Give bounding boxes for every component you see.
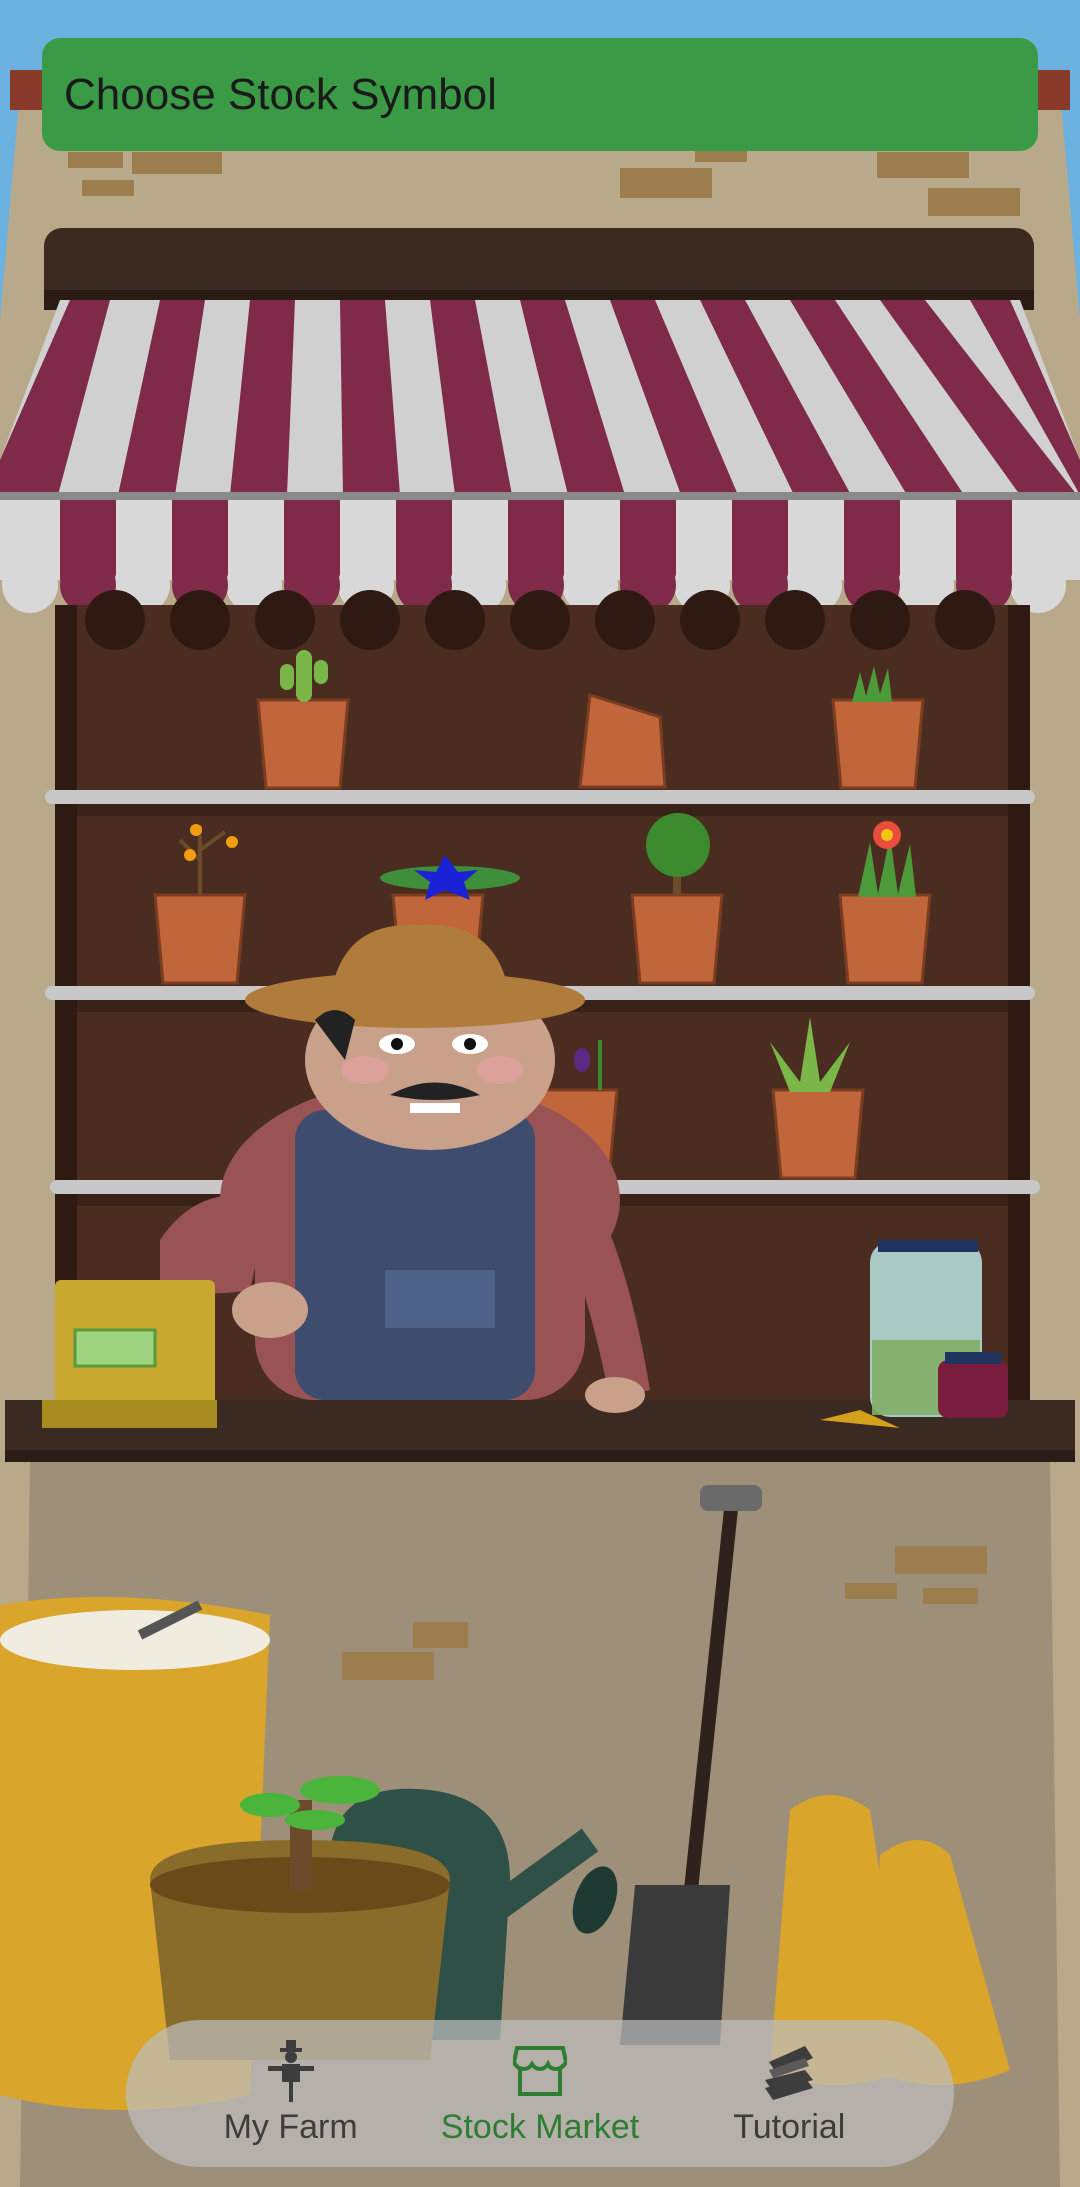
nav-label-stock-market: Stock Market [440, 2108, 640, 2146]
nav-item-tutorial[interactable]: Tutorial [665, 2040, 914, 2147]
nav-label-my-farm: My Farm [223, 2108, 358, 2146]
market-stall-illustration [0, 0, 1080, 2187]
bottom-navigation: My Farm Stock Market Tutorial [126, 2020, 954, 2167]
choose-stock-symbol-label: Choose Stock Symbol [64, 69, 497, 119]
nav-label-tutorial: Tutorial [733, 2108, 846, 2146]
storefront-icon [512, 2040, 567, 2102]
scarecrow-icon [266, 2040, 316, 2102]
books-icon [759, 2040, 819, 2102]
nav-item-stock-market[interactable]: Stock Market [415, 2040, 664, 2147]
cash-register [42, 1280, 217, 1428]
nav-item-my-farm[interactable]: My Farm [166, 2040, 415, 2147]
choose-stock-symbol-button[interactable]: Choose Stock Symbol [42, 38, 1038, 151]
awning [0, 300, 1080, 613]
